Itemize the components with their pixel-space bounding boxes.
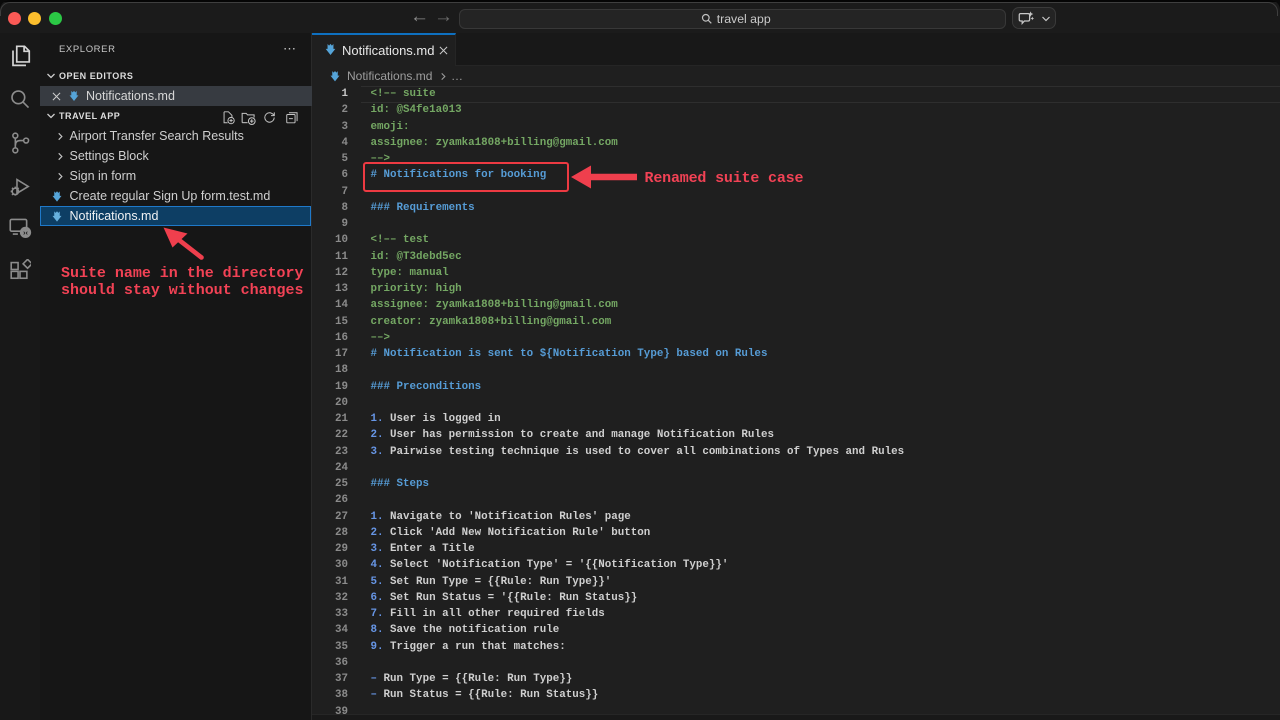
svg-text:›‹: ›‹ xyxy=(23,228,29,237)
